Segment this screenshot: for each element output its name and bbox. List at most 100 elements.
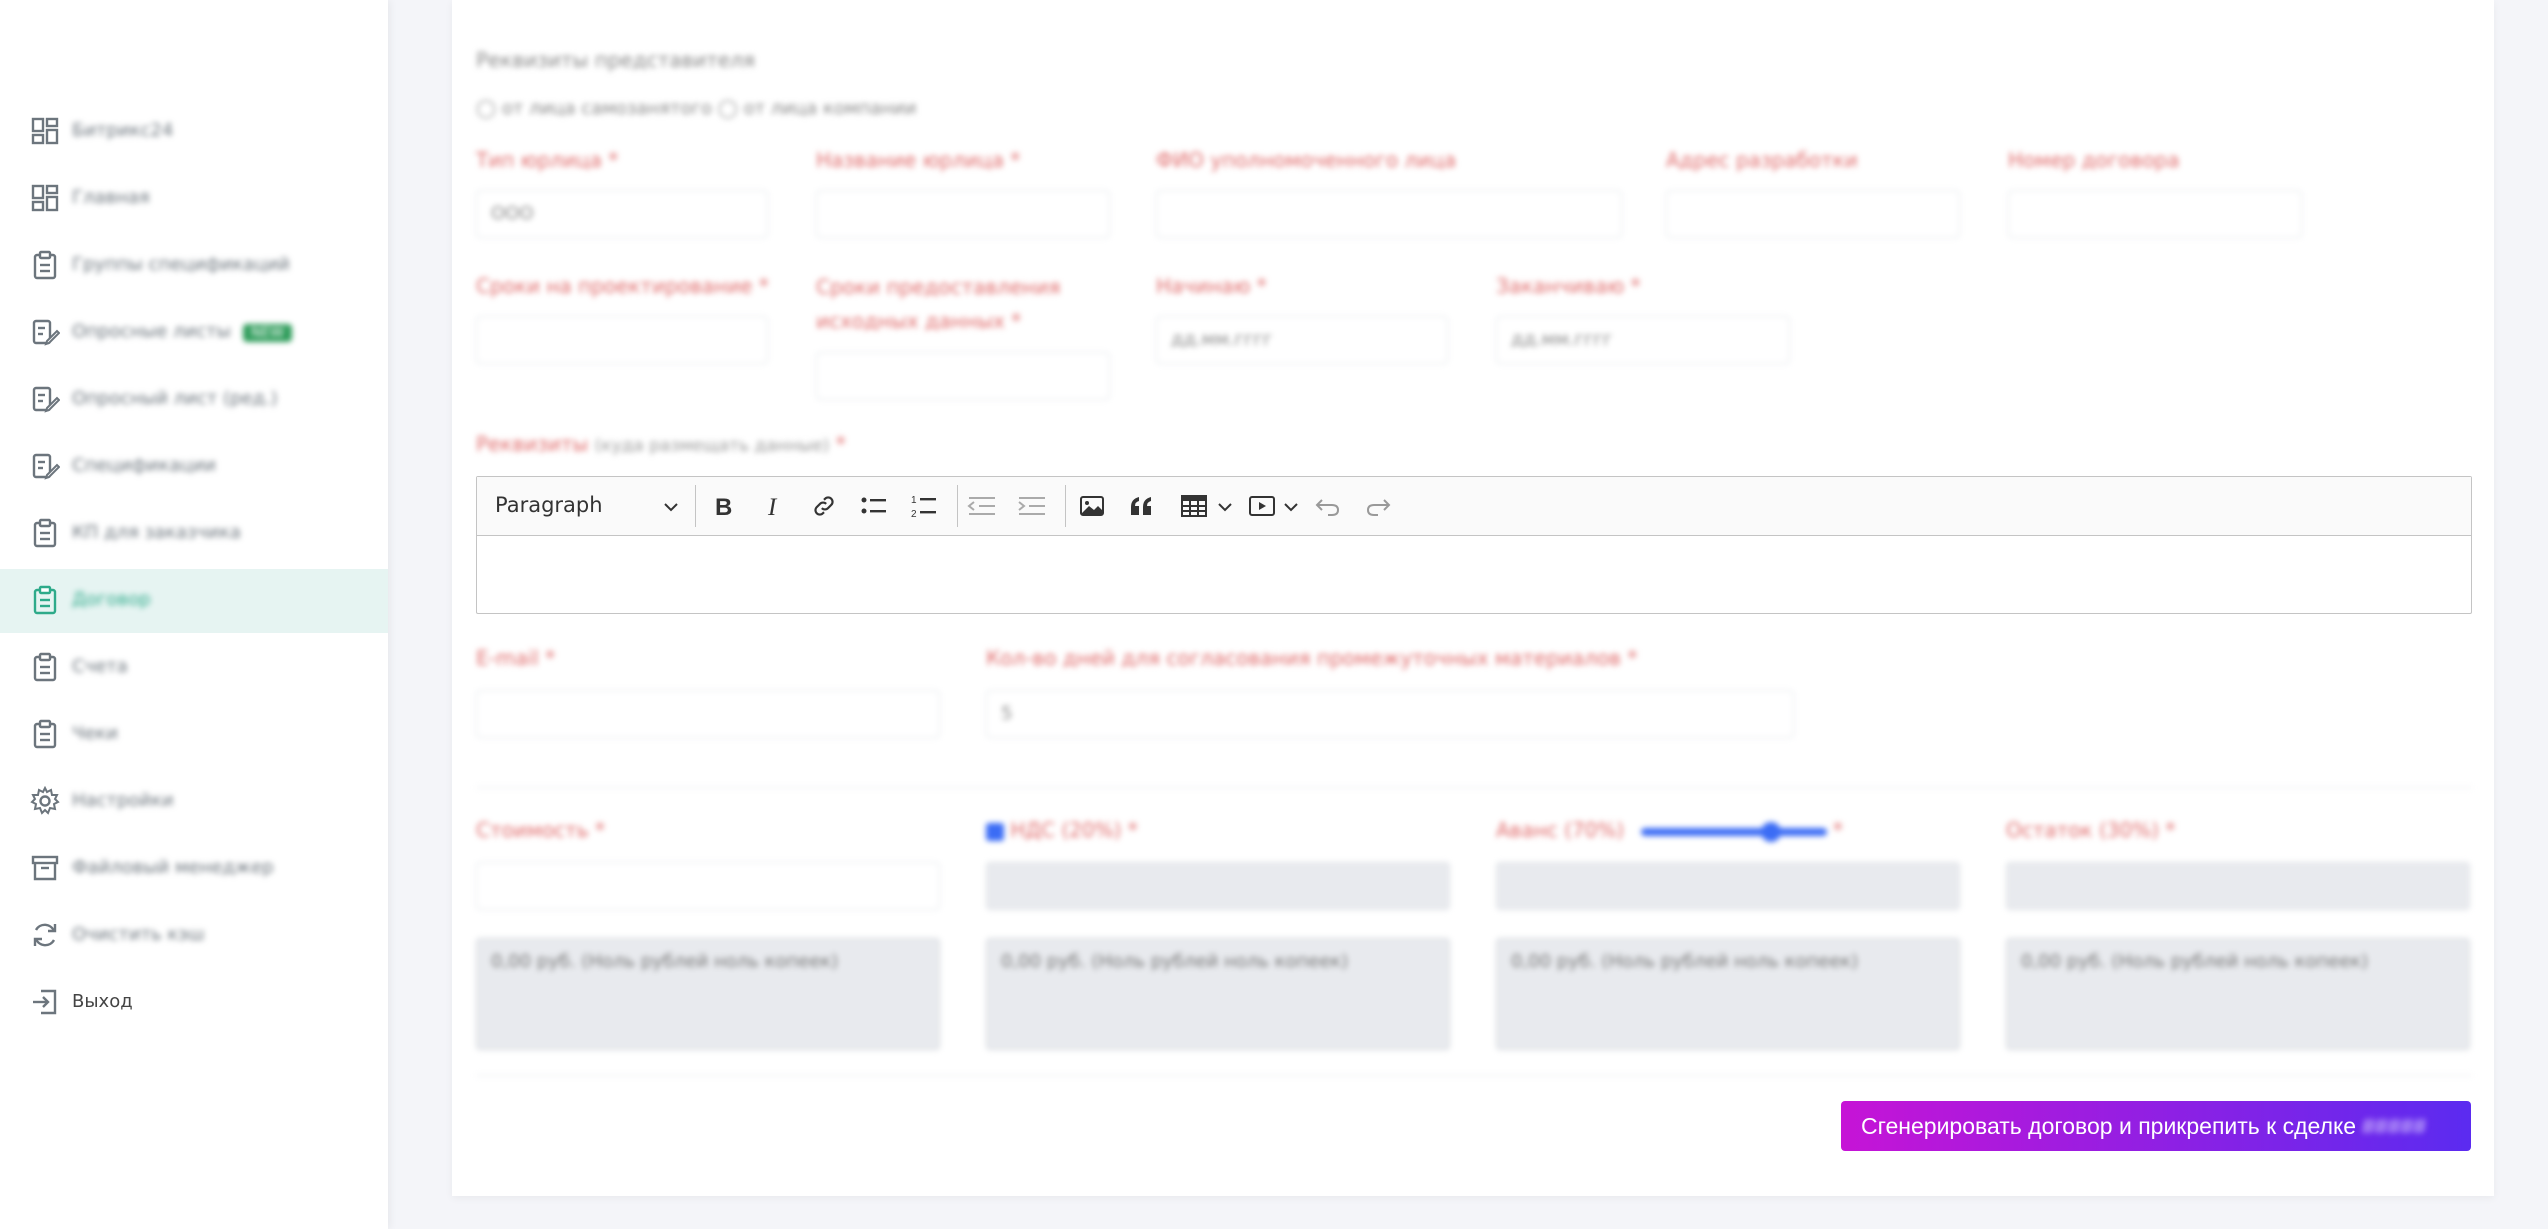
sidebar-item-label: Очистить кэш <box>72 924 205 945</box>
cost-label: Стоимость * <box>476 818 605 842</box>
legal-name-label: Название юрлица * <box>816 148 1021 172</box>
sidebar-item-label: Главная <box>72 187 150 208</box>
sidebar-item-label: Договор <box>72 589 151 610</box>
link-button[interactable] <box>809 491 839 521</box>
sidebar-item-13[interactable]: Выход <box>0 971 388 1035</box>
legal-type-label: Тип юрлица * <box>476 148 619 172</box>
dashboard-icon <box>30 116 62 148</box>
design-term-input[interactable] <box>476 316 768 364</box>
address-label: Адрес разработки <box>1666 148 1858 172</box>
cost-in-words: 0,00 руб. (Ноль рублей ноль копеек) <box>476 938 940 1050</box>
email-label: E-mail * <box>476 646 556 670</box>
approval-days-label: Кол-во дней для согласования промежуточн… <box>986 646 1638 670</box>
advance-input <box>1496 862 1960 910</box>
sidebar-item-label: Файловый менеджер <box>72 857 274 878</box>
sidebar-item-9[interactable]: Чеки <box>0 703 388 767</box>
media-icon <box>1249 496 1275 516</box>
clipboard-icon <box>30 585 62 617</box>
sidebar-item-12[interactable]: Очистить кэш <box>0 904 388 968</box>
sidebar-item-6[interactable]: КП для заказчика <box>0 502 388 566</box>
sidebar-item-label: Чеки <box>72 723 118 744</box>
sidebar-item-5[interactable]: Спецификации <box>0 435 388 499</box>
legal-type-select[interactable]: ООО <box>476 190 768 238</box>
redo-button <box>1363 491 1393 521</box>
email-input[interactable] <box>476 690 940 738</box>
sidebar-item-11[interactable]: Файловый менеджер <box>0 837 388 901</box>
vat-in-words: 0,00 руб. (Ноль рублей ноль копеек) <box>986 938 1450 1050</box>
sidebar-item-label: Группы спецификаций <box>72 254 290 275</box>
address-input[interactable] <box>1666 190 1960 238</box>
remainder-in-words: 0,00 руб. (Ноль рублей ноль копеек) <box>2006 938 2470 1050</box>
divider <box>476 787 2472 788</box>
vat-checkbox[interactable] <box>986 822 1004 841</box>
toolbar-divider <box>957 485 958 527</box>
contract-number-input[interactable] <box>2008 190 2302 238</box>
sidebar-item-0[interactable]: Битрикс24 <box>0 100 388 164</box>
chevron-down-icon[interactable] <box>1283 501 1299 513</box>
insert-table-button[interactable] <box>1179 491 1209 521</box>
sidebar-item-3[interactable]: Опросные листы NEW <box>0 301 388 365</box>
blockquote-button[interactable] <box>1127 491 1157 521</box>
generate-contract-button[interactable]: Сгенерировать договор и прикрепить к сде… <box>1841 1101 2471 1151</box>
undo-button <box>1313 491 1343 521</box>
sidebar-item-4[interactable]: Опросный лист (ред.) <box>0 368 388 432</box>
sidebar: Битрикс24 Главная Группы спецификаций Опрос… <box>0 0 388 1229</box>
requisites-rich-editor[interactable]: Paragraph B I 12 <box>476 476 2472 614</box>
refresh-icon <box>30 920 62 952</box>
sidebar-item-label: Битрикс24 <box>72 120 174 141</box>
contract-form-card: Реквизиты представителя ◯ от лица самоза… <box>452 0 2494 1196</box>
sidebar-item-7[interactable]: Договор <box>0 569 388 633</box>
cost-input[interactable] <box>476 862 940 910</box>
start-date-input[interactable]: дд.мм.гггг <box>1156 316 1448 364</box>
end-date-label: Заканчиваю * <box>1496 274 1641 298</box>
generate-contract-label: Сгенерировать договор и прикрепить к сде… <box>1861 1112 2357 1139</box>
bulleted-list-button[interactable] <box>859 491 889 521</box>
advance-slider[interactable] <box>1640 821 1827 842</box>
gear-icon <box>30 785 62 818</box>
sidebar-item-label: Опросные листы NEW <box>72 321 293 342</box>
archive-icon <box>30 853 62 885</box>
sidebar-item-label: Счета <box>72 656 128 677</box>
slider-handle[interactable] <box>1760 821 1781 842</box>
bold-button[interactable]: B <box>709 491 739 521</box>
bulleted-list-icon <box>861 497 886 514</box>
fio-input[interactable] <box>1156 190 1622 238</box>
representative-radio-group[interactable]: ◯ от лица самозанятого ◯ от лица компани… <box>476 98 916 119</box>
paragraph-select[interactable]: Paragraph <box>495 493 603 517</box>
requisites-label: Реквизиты (куда размещать данные) * <box>476 432 846 456</box>
vat-label: НДС (20%) * <box>986 818 1138 842</box>
sidebar-item-label: Настройки <box>72 790 174 811</box>
numbered-list-button[interactable]: 12 <box>909 491 939 521</box>
svg-text:1: 1 <box>911 495 917 506</box>
bold-icon: B <box>715 494 732 518</box>
clipboard-icon <box>30 652 62 684</box>
svg-text:I: I <box>767 494 778 518</box>
legal-name-input[interactable] <box>816 190 1110 238</box>
remainder-input <box>2006 862 2470 910</box>
insert-image-button[interactable] <box>1077 491 1107 521</box>
advance-label: Аванс (70%) * <box>1496 818 1843 842</box>
redo-icon <box>1366 499 1391 516</box>
sidebar-item-2[interactable]: Группы спецификаций <box>0 234 388 298</box>
end-date-input[interactable]: дд.мм.гггг <box>1496 316 1790 364</box>
advance-in-words: 0,00 руб. (Ноль рублей ноль копеек) <box>1496 938 1960 1050</box>
image-icon <box>1080 496 1104 516</box>
sidebar-item-label: Спецификации <box>72 455 216 476</box>
sidebar-item-8[interactable]: Счета <box>0 636 388 700</box>
remainder-label: Остаток (30%) * <box>2006 818 2176 842</box>
italic-button[interactable]: I <box>759 491 789 521</box>
approval-days-input[interactable]: 5 <box>986 690 1794 738</box>
chevron-down-icon[interactable] <box>1217 501 1233 513</box>
data-term-input[interactable] <box>816 352 1110 400</box>
insert-media-button[interactable] <box>1247 491 1277 521</box>
clipboard-icon <box>30 518 62 550</box>
start-date-label: Начинаю * <box>1156 274 1267 298</box>
sidebar-item-10[interactable]: Настройки <box>0 770 388 834</box>
sidebar-item-label: КП для заказчика <box>72 522 241 543</box>
dashboard-icon <box>30 183 62 215</box>
sidebar-item-label: Опросный лист (ред.) <box>72 388 278 409</box>
editor-toolbar: Paragraph B I 12 <box>477 477 2471 536</box>
vat-input <box>986 862 1450 910</box>
sidebar-item-1[interactable]: Главная <box>0 167 388 231</box>
outdent-icon <box>967 497 995 515</box>
